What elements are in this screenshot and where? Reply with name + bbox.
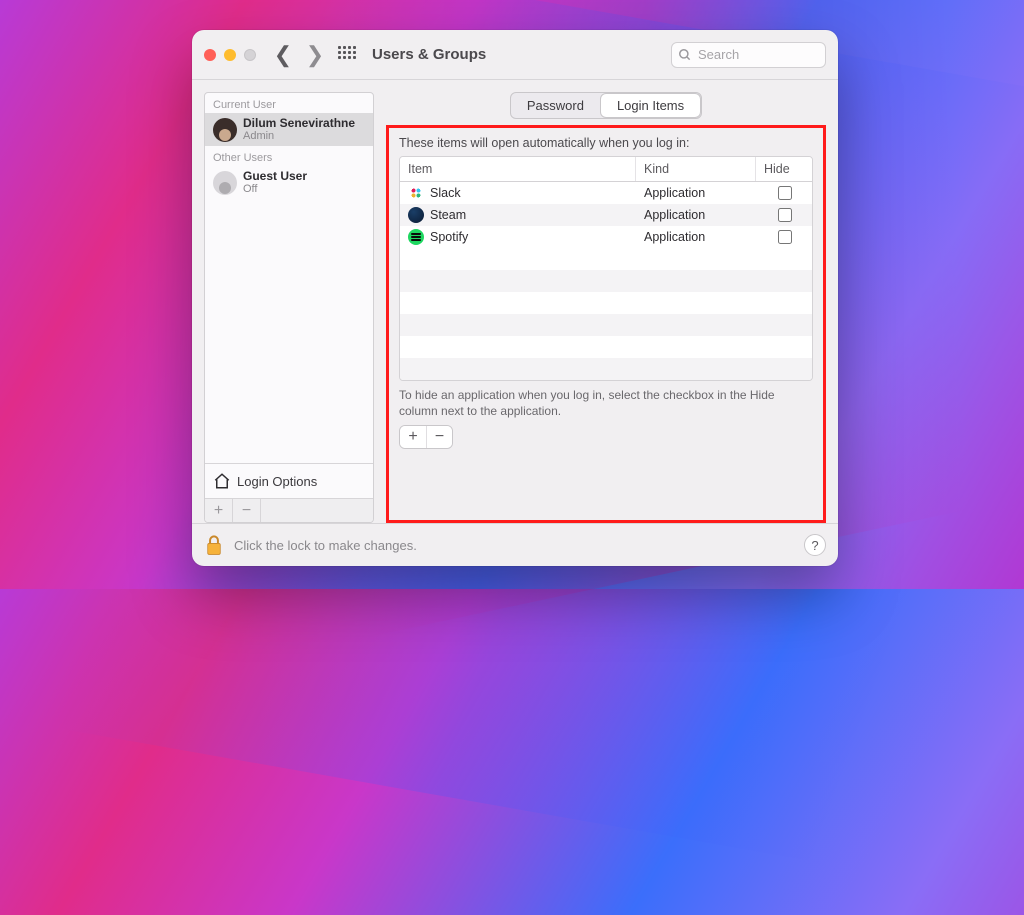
current-user-name: Dilum Senevirathne xyxy=(243,117,355,130)
window-controls xyxy=(204,49,256,61)
window-body: Current User Dilum Senevirathne Admin Ot… xyxy=(192,80,838,566)
help-button[interactable]: ? xyxy=(804,534,826,556)
avatar xyxy=(213,171,237,195)
tab-password[interactable]: Password xyxy=(511,94,600,117)
tab-login-items[interactable]: Login Items xyxy=(601,94,700,117)
lock-icon[interactable] xyxy=(204,534,224,556)
slack-icon xyxy=(408,185,424,201)
lock-bar-text: Click the lock to make changes. xyxy=(234,538,417,553)
login-item-kind: Application xyxy=(636,208,756,222)
tab-bar: Password Login Items xyxy=(510,92,702,119)
col-kind[interactable]: Kind xyxy=(636,157,756,181)
col-item[interactable]: Item xyxy=(400,157,636,181)
table-body: Slack Application Steam Application Spotify A… xyxy=(400,182,812,248)
current-user-role: Admin xyxy=(243,130,355,142)
spotify-icon xyxy=(408,229,424,245)
table-row[interactable]: Slack Application xyxy=(400,182,812,204)
sidebar-footer-spacer xyxy=(261,499,373,522)
col-hide[interactable]: Hide xyxy=(756,157,812,181)
login-items-panel: These items will open automatically when… xyxy=(386,125,826,523)
login-item-name: Spotify xyxy=(430,230,468,244)
login-item-name: Slack xyxy=(430,186,461,200)
login-options-label: Login Options xyxy=(237,474,317,489)
search-icon xyxy=(678,48,692,62)
login-items-header-hint: These items will open automatically when… xyxy=(399,136,813,150)
show-all-icon[interactable] xyxy=(338,46,356,64)
zoom-window-icon xyxy=(244,49,256,61)
login-item-kind: Application xyxy=(636,186,756,200)
table-row[interactable]: Spotify Application xyxy=(400,226,812,248)
login-items-footer-hint: To hide an application when you log in, … xyxy=(399,387,813,419)
toolbar: ❮ ❯ Users & Groups xyxy=(192,30,838,80)
window-title: Users & Groups xyxy=(372,46,486,63)
close-window-icon[interactable] xyxy=(204,49,216,61)
house-icon xyxy=(213,472,231,490)
main-pane: Password Login Items These items will op… xyxy=(386,92,826,523)
hide-checkbox[interactable] xyxy=(778,186,792,200)
login-items-table: Item Kind Hide Slack Application Steam Appl… xyxy=(399,156,813,381)
login-options-button[interactable]: Login Options xyxy=(205,463,373,498)
table-row[interactable]: Steam Application xyxy=(400,204,812,226)
avatar xyxy=(213,118,237,142)
table-header: Item Kind Hide xyxy=(400,157,812,182)
login-item-kind: Application xyxy=(636,230,756,244)
hide-checkbox[interactable] xyxy=(778,230,792,244)
add-login-item-button[interactable]: + xyxy=(400,426,426,448)
steam-icon xyxy=(408,207,424,223)
sidebar-item-current-user[interactable]: Dilum Senevirathne Admin xyxy=(205,113,373,146)
hide-checkbox[interactable] xyxy=(778,208,792,222)
guest-user-name: Guest User xyxy=(243,170,307,183)
prefs-window: ❮ ❯ Users & Groups Current User Dilum Se… xyxy=(192,30,838,566)
sidebar-heading-current: Current User xyxy=(205,93,373,113)
nav-back-button[interactable]: ❮ xyxy=(272,41,294,69)
minimize-window-icon[interactable] xyxy=(224,49,236,61)
remove-login-item-button[interactable]: − xyxy=(426,426,452,448)
sidebar-item-guest-user[interactable]: Guest User Off xyxy=(205,166,373,199)
add-user-button: + xyxy=(205,499,233,522)
nav-forward-button: ❯ xyxy=(304,41,326,69)
login-item-name: Steam xyxy=(430,208,466,222)
lock-bar: Click the lock to make changes. ? xyxy=(192,523,838,566)
user-sidebar: Current User Dilum Senevirathne Admin Ot… xyxy=(204,92,374,523)
remove-user-button: − xyxy=(233,499,261,522)
sidebar-footer: + − xyxy=(205,498,373,522)
guest-user-role: Off xyxy=(243,183,307,195)
search-input[interactable] xyxy=(696,46,819,63)
login-items-add-remove: + − xyxy=(399,425,453,449)
table-empty-rows xyxy=(400,248,812,380)
search-field[interactable] xyxy=(671,42,826,68)
sidebar-heading-other: Other Users xyxy=(205,146,373,166)
